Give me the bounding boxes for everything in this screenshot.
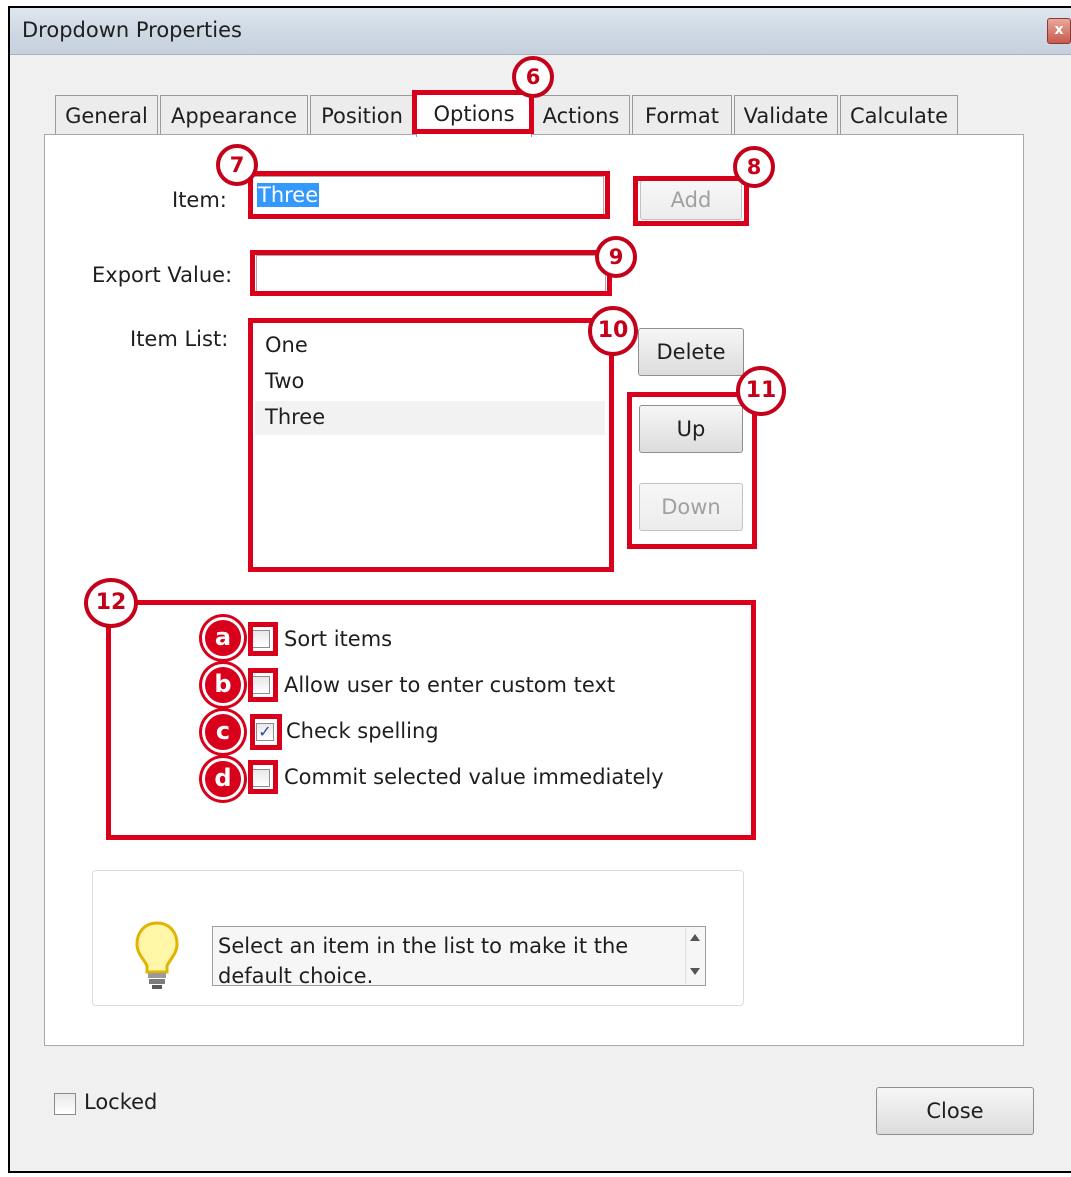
annotation-number-7: 7 [216, 144, 258, 186]
sort-items-label: Sort items [284, 627, 393, 651]
commit-value-checkbox[interactable] [252, 769, 270, 787]
item-field-value: Three [257, 183, 320, 207]
hint-scrollbar[interactable] [685, 928, 704, 984]
list-item-selected[interactable]: Three [265, 405, 325, 429]
custom-text-label: Allow user to enter custom text [284, 673, 616, 697]
checkmark-icon: ✓ [258, 722, 272, 741]
custom-text-checkbox[interactable] [252, 676, 270, 694]
export-value-label: Export Value: [92, 263, 233, 287]
tab-validate[interactable]: Validate [734, 95, 838, 135]
item-list-box[interactable]: One Two Three [252, 322, 610, 568]
list-item[interactable]: One [265, 333, 308, 357]
up-button[interactable]: Up [639, 405, 743, 453]
down-button[interactable]: Down [639, 483, 743, 531]
add-button[interactable]: Add [640, 180, 742, 220]
annotation-letter-b: b [202, 664, 244, 706]
annotation-number-10: 10 [588, 306, 638, 356]
annotation-number-11: 11 [736, 366, 786, 416]
hint-text-line2: default choice. [218, 964, 374, 988]
export-value-field[interactable] [256, 255, 606, 293]
window-title: Dropdown Properties [22, 18, 242, 42]
scroll-down-arrow-icon[interactable] [690, 968, 700, 975]
title-bar[interactable]: Dropdown Properties x [10, 8, 1071, 55]
annotation-letter-d: d [202, 758, 244, 800]
scroll-up-arrow-icon[interactable] [690, 934, 700, 941]
tab-options[interactable]: Options [416, 90, 532, 137]
annotation-number-9: 9 [595, 236, 637, 278]
list-item[interactable]: Two [265, 369, 304, 393]
tab-calculate[interactable]: Calculate [840, 95, 958, 135]
tab-appearance[interactable]: Appearance [160, 95, 308, 135]
locked-checkbox[interactable] [54, 1093, 76, 1115]
delete-button[interactable]: Delete [638, 328, 744, 376]
item-label: Item: [172, 188, 227, 212]
sort-items-checkbox[interactable] [252, 630, 270, 648]
annotation-letter-a: a [202, 617, 244, 659]
annotation-letter-c: c [202, 711, 244, 753]
check-spelling-label: Check spelling [286, 719, 439, 743]
tab-position[interactable]: Position [310, 95, 414, 135]
hint-text-line1: Select an item in the list to make it th… [218, 934, 629, 958]
tab-format[interactable]: Format [632, 95, 732, 135]
item-field[interactable]: Three [252, 176, 604, 216]
lightbulb-icon [135, 921, 179, 989]
close-button[interactable]: Close [876, 1087, 1034, 1135]
annotation-number-6: 6 [512, 56, 554, 98]
annotation-number-12: 12 [84, 578, 138, 628]
tab-general[interactable]: General [55, 95, 158, 135]
tab-actions[interactable]: Actions [532, 95, 630, 135]
check-spelling-checkbox[interactable]: ✓ [256, 723, 274, 741]
commit-value-label: Commit selected value immediately [284, 765, 664, 789]
item-list-label: Item List: [130, 327, 229, 351]
hint-text-box: Select an item in the list to make it th… [212, 926, 706, 988]
locked-label: Locked [84, 1090, 158, 1114]
window-close-button[interactable]: x [1047, 18, 1071, 44]
annotation-number-8: 8 [733, 146, 775, 188]
